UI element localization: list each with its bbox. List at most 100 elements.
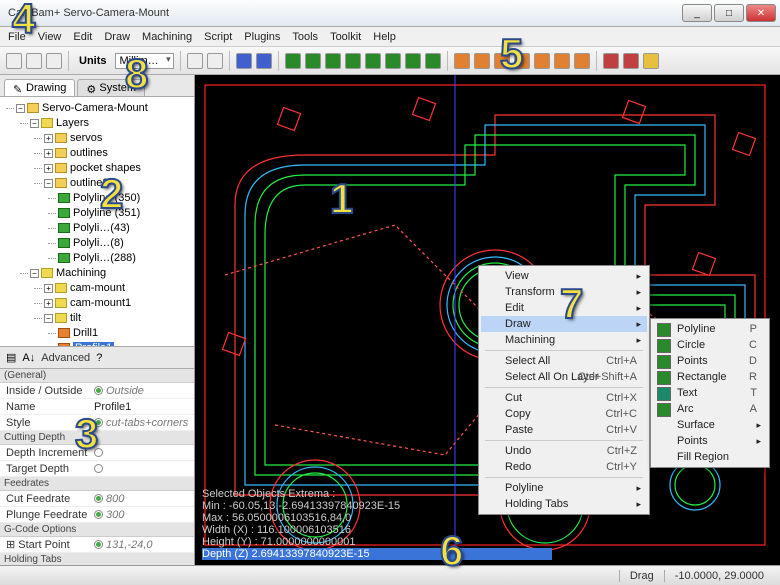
sub-fill-region[interactable]: Fill Region (653, 449, 767, 465)
window-title: CamBam+ Servo-Camera-Mount (8, 7, 682, 19)
sub-rectangle[interactable]: RectangleR (653, 369, 767, 385)
toolbar-draw-icon[interactable] (425, 53, 441, 69)
tab-system[interactable]: ⚙System (77, 79, 145, 96)
ctx-select-all-layer[interactable]: Select All On LayerCtrl+Shift+A (481, 369, 647, 385)
toolbar-mop-icon[interactable] (474, 53, 490, 69)
toolbar-icon[interactable] (623, 53, 639, 69)
toolbar-redo-icon[interactable] (207, 53, 223, 69)
close-button[interactable]: ✕ (746, 4, 776, 22)
ctx-edit[interactable]: Edit▸ (481, 300, 647, 316)
rectangle-icon (657, 371, 671, 385)
sub-polyline[interactable]: PolylineP (653, 321, 767, 337)
tree-drill[interactable]: Drill1 (73, 327, 98, 339)
sort-icon[interactable]: ▤ (6, 351, 16, 364)
toolbar-mop-icon[interactable] (554, 53, 570, 69)
polyline-icon (657, 323, 671, 337)
menu-view[interactable]: View (38, 31, 62, 43)
tree-layer[interactable]: servos (70, 132, 102, 144)
ctx-holding-tabs[interactable]: Holding Tabs▸ (481, 496, 647, 512)
pencil-icon: ✎ (13, 83, 23, 93)
menu-draw[interactable]: Draw (104, 31, 130, 43)
text-icon (657, 387, 671, 401)
toolbar: Units Millim… (0, 47, 780, 75)
toolbar-draw-icon[interactable] (345, 53, 361, 69)
toolbar-icon[interactable] (643, 53, 659, 69)
ctx-machining[interactable]: Machining▸ (481, 332, 647, 348)
prop-cat-cutting: Cutting Depth (0, 431, 194, 445)
tree-item[interactable]: cam-mount1 (70, 297, 131, 309)
toolbar-mop-icon[interactable] (454, 53, 470, 69)
toolbar-draw-icon[interactable] (385, 53, 401, 69)
maximize-button[interactable]: □ (714, 4, 744, 22)
units-select[interactable]: Millim… (115, 53, 174, 69)
ctx-draw[interactable]: Draw▸ (481, 316, 647, 332)
menu-plugins[interactable]: Plugins (244, 31, 280, 43)
toolbar-icon[interactable] (603, 53, 619, 69)
toolbar-save-icon[interactable] (46, 53, 62, 69)
tree-layer[interactable]: pocket shapes (70, 162, 141, 174)
toolbar-open-icon[interactable] (26, 53, 42, 69)
ctx-view[interactable]: View▸ (481, 268, 647, 284)
status-coords: -10.0000, 29.0000 (664, 570, 774, 582)
toolbar-draw-icon[interactable] (285, 53, 301, 69)
toolbar-icon[interactable] (256, 53, 272, 69)
az-icon[interactable]: A↓ (22, 352, 35, 364)
tree-outline2[interactable]: outline2 (70, 177, 109, 189)
tree-polyline[interactable]: Polyli…(43) (73, 222, 130, 234)
ctx-polyline[interactable]: Polyline▸ (481, 480, 647, 496)
menu-toolkit[interactable]: Toolkit (330, 31, 361, 43)
toolbar-draw-icon[interactable] (325, 53, 341, 69)
ctx-paste[interactable]: PasteCtrl+V (481, 422, 647, 438)
sub-surface[interactable]: Surface▸ (653, 417, 767, 433)
menubar: File View Edit Draw Machining Script Plu… (0, 27, 780, 47)
toolbar-mop-icon[interactable] (514, 53, 530, 69)
menu-machining[interactable]: Machining (142, 31, 192, 43)
toolbar-new-icon[interactable] (6, 53, 22, 69)
menu-edit[interactable]: Edit (73, 31, 92, 43)
advanced-toggle[interactable]: Advanced (41, 352, 90, 364)
minimize-button[interactable]: _ (682, 4, 712, 22)
tree-tilt[interactable]: tilt (70, 312, 81, 324)
window-buttons: _ □ ✕ (682, 4, 776, 22)
menu-help[interactable]: Help (373, 31, 396, 43)
toolbar-mop-icon[interactable] (574, 53, 590, 69)
ctx-select-all[interactable]: Select AllCtrl+A (481, 353, 647, 369)
sub-text[interactable]: TextT (653, 385, 767, 401)
toolbar-icon[interactable] (236, 53, 252, 69)
gear-icon: ⚙ (86, 83, 96, 93)
menu-file[interactable]: File (8, 31, 26, 43)
tree-layer[interactable]: outlines (70, 147, 108, 159)
menu-script[interactable]: Script (204, 31, 232, 43)
toolbar-mop-icon[interactable] (494, 53, 510, 69)
tree-root[interactable]: Servo-Camera-Mount (42, 102, 148, 114)
toolbar-draw-icon[interactable] (405, 53, 421, 69)
left-panel: ✎Drawing ⚙System −Servo-Camera-Mount −La… (0, 75, 195, 565)
toolbar-mop-icon[interactable] (534, 53, 550, 69)
sub-arc[interactable]: ArcA (653, 401, 767, 417)
points-icon (657, 355, 671, 369)
tree-polyline[interactable]: Polyli…(8) (73, 237, 124, 249)
tab-drawing[interactable]: ✎Drawing (4, 79, 75, 96)
sub-circle[interactable]: CircleC (653, 337, 767, 353)
tree-machining[interactable]: Machining (56, 267, 106, 279)
ctx-transform[interactable]: Transform▸ (481, 284, 647, 300)
toolbar-draw-icon[interactable] (305, 53, 321, 69)
property-grid[interactable]: (General) Inside / OutsideOutside NamePr… (0, 369, 194, 565)
tree-polyline[interactable]: Polyline (350) (73, 192, 140, 204)
tree-polyline[interactable]: Polyline (351) (73, 207, 140, 219)
toolbar-draw-icon[interactable] (365, 53, 381, 69)
tree-layers[interactable]: Layers (56, 117, 89, 129)
sub-points[interactable]: PointsD (653, 353, 767, 369)
help-icon[interactable]: ? (96, 352, 102, 364)
ctx-undo[interactable]: UndoCtrl+Z (481, 443, 647, 459)
ctx-redo[interactable]: RedoCtrl+Y (481, 459, 647, 475)
tree-polyline[interactable]: Polyli…(288) (73, 252, 136, 264)
object-tree[interactable]: −Servo-Camera-Mount −Layers +servos +out… (0, 97, 194, 347)
ctx-copy[interactable]: CopyCtrl+C (481, 406, 647, 422)
tree-item[interactable]: cam-mount (70, 282, 125, 294)
menu-tools[interactable]: Tools (292, 31, 318, 43)
ctx-cut[interactable]: CutCtrl+X (481, 390, 647, 406)
prop-cat-gcode: G-Code Options (0, 523, 194, 537)
sub-points-sub[interactable]: Points▸ (653, 433, 767, 449)
toolbar-undo-icon[interactable] (187, 53, 203, 69)
